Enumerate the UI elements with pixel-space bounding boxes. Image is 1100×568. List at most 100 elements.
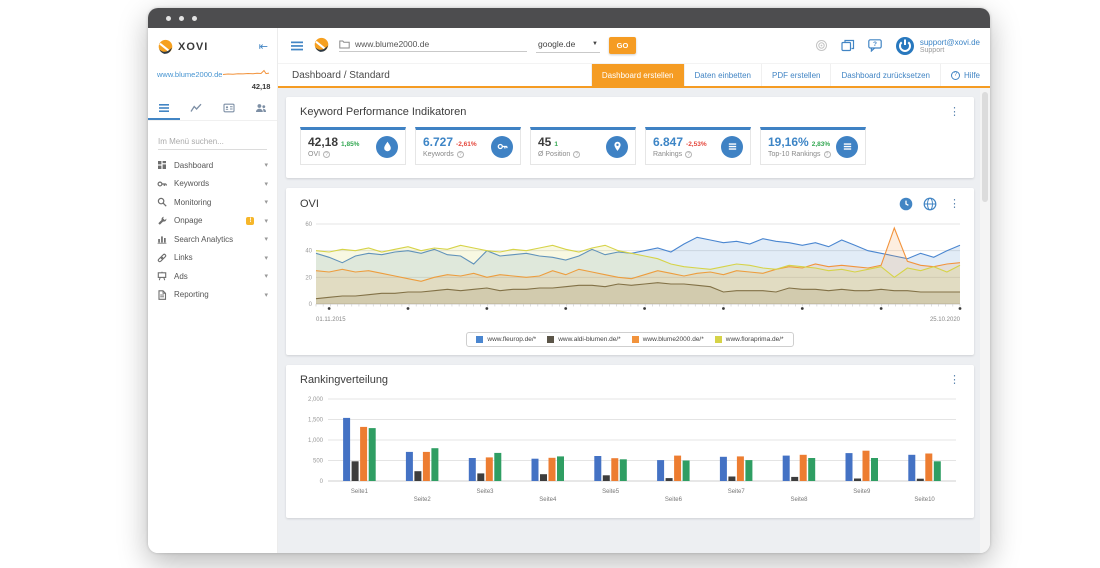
sidebar-collapse-icon[interactable]: ⇤ bbox=[259, 41, 268, 53]
sidebar-item-links[interactable]: Links ▾ bbox=[148, 249, 277, 268]
list-icon bbox=[836, 135, 858, 158]
sidebar-item-reporting[interactable]: Reporting ▾ bbox=[148, 286, 277, 305]
link-icon bbox=[157, 253, 167, 262]
legend-item-floraprima[interactable]: www.floraprima.de/* bbox=[714, 336, 784, 343]
help-tooltip-icon[interactable]: ? bbox=[823, 151, 831, 158]
sidebar-item-label: Monitoring bbox=[174, 197, 212, 207]
hilfe-button[interactable]: ? Hilfe bbox=[939, 64, 990, 86]
sidebar-item-ads[interactable]: Ads ▾ bbox=[148, 267, 277, 286]
sidebar-item-keywords[interactable]: Keywords ▾ bbox=[148, 175, 277, 194]
dashboard-zuruecksetzen-button[interactable]: Dashboard zurücksetzen bbox=[830, 64, 940, 86]
kebab-menu-icon[interactable]: ⋮ bbox=[947, 374, 962, 386]
kpi-label: OVI bbox=[308, 151, 321, 158]
chevron-down-icon[interactable]: ▾ bbox=[264, 291, 268, 299]
svg-text:Seite2: Seite2 bbox=[414, 497, 432, 503]
help-tooltip-icon[interactable]: ? bbox=[456, 151, 464, 158]
help-tooltip-icon[interactable]: ? bbox=[573, 151, 581, 158]
ovi-panel-title: OVI bbox=[300, 198, 319, 210]
ranking-bar-chart[interactable]: 0 500 1,000 1,500 2,000 Seite1 Seite2 Seite3 Sei… bbox=[298, 393, 962, 516]
sidebar-tab-trends[interactable] bbox=[180, 97, 212, 120]
xovi-logo-icon bbox=[158, 39, 173, 54]
svg-text:40: 40 bbox=[305, 249, 312, 255]
xovi-logo[interactable]: XOVI bbox=[157, 39, 208, 56]
pdf-erstellen-button[interactable]: PDF erstellen bbox=[761, 64, 830, 86]
daten-einbetten-button[interactable]: Daten einbetten bbox=[683, 64, 762, 86]
ads-icon bbox=[157, 272, 167, 281]
menu-search-input[interactable] bbox=[158, 135, 267, 150]
sidebar-item-monitoring[interactable]: Monitoring ▾ bbox=[148, 193, 277, 212]
kpi-value: 6.847 bbox=[653, 135, 684, 149]
copy-windows-icon[interactable] bbox=[841, 39, 855, 52]
chevron-down-icon[interactable]: ▾ bbox=[264, 180, 268, 188]
svg-text:Seite10: Seite10 bbox=[914, 497, 935, 503]
active-domain-link[interactable]: www.blume2000.de bbox=[157, 64, 222, 91]
sidebar-tab-profile[interactable] bbox=[213, 97, 245, 120]
account-menu[interactable]: support@xovi.de Support bbox=[895, 36, 980, 56]
svg-text:2,000: 2,000 bbox=[308, 397, 324, 403]
chevron-down-icon[interactable]: ▾ bbox=[264, 272, 268, 280]
legend-item-fleurop[interactable]: www.fleurop.de/* bbox=[476, 336, 536, 343]
svg-text:Seite1: Seite1 bbox=[351, 489, 369, 495]
dashboard-erstellen-button[interactable]: Dashboard erstellen bbox=[590, 64, 684, 86]
legend-item-aldi-blumen[interactable]: www.aldi-blumen.de/* bbox=[547, 336, 621, 343]
ranking-panel: Rankingverteilung ⋮ 0 500 1,000 1,500 2,000 S… bbox=[286, 365, 974, 518]
sidebar-item-label: Reporting bbox=[174, 290, 209, 300]
legend-swatch bbox=[476, 336, 484, 343]
chevron-down-icon[interactable]: ▾ bbox=[264, 161, 268, 169]
kpi-card-position[interactable]: 45 1 Ø Position? bbox=[530, 127, 636, 165]
chevron-down-icon[interactable]: ▾ bbox=[264, 235, 268, 243]
sidebar-tab-users[interactable] bbox=[245, 97, 277, 120]
svg-text:60: 60 bbox=[305, 222, 312, 228]
drop-icon bbox=[376, 135, 398, 158]
kpi-value: 45 bbox=[538, 135, 552, 149]
window-dot[interactable] bbox=[166, 15, 171, 21]
hamburger-menu-icon[interactable] bbox=[290, 40, 304, 52]
window-dot[interactable] bbox=[179, 15, 184, 21]
sidebar-item-onpage[interactable]: Onpage ! ▾ bbox=[148, 212, 277, 231]
kebab-menu-icon[interactable]: ⋮ bbox=[947, 106, 962, 118]
sidebar-item-dashboard[interactable]: Dashboard ▾ bbox=[148, 156, 277, 175]
legend-swatch bbox=[714, 336, 722, 343]
url-field bbox=[339, 39, 527, 52]
kpi-card-rankings[interactable]: 6.847 -2,53% Rankings? bbox=[645, 127, 751, 165]
domain-url-input[interactable] bbox=[355, 39, 515, 49]
content-scrollbar[interactable] bbox=[980, 88, 990, 553]
sidebar-tab-menu[interactable] bbox=[148, 97, 181, 120]
folder-icon bbox=[339, 40, 350, 48]
feedback-chat-icon[interactable]: ? bbox=[868, 39, 882, 52]
kpi-card-ovi[interactable]: 42,18 1,85% OVI? bbox=[300, 127, 406, 165]
dashboard-icon bbox=[158, 161, 166, 170]
xovi-mini-logo[interactable] bbox=[313, 37, 330, 54]
kpi-delta: 1,85% bbox=[341, 141, 360, 148]
sidebar-item-search-analytics[interactable]: Search Analytics ▾ bbox=[148, 230, 277, 249]
search-engine-select[interactable]: google.de ▼ bbox=[536, 39, 600, 53]
kpi-delta: 1 bbox=[554, 141, 558, 148]
go-button[interactable]: GO bbox=[609, 37, 636, 54]
time-range-icon[interactable] bbox=[899, 197, 913, 211]
help-tooltip-icon[interactable]: ? bbox=[685, 151, 693, 158]
scrollbar-thumb[interactable] bbox=[982, 92, 988, 202]
legend-swatch bbox=[547, 336, 555, 343]
ovi-line-chart[interactable]: 0 20 40 60 01.11.2015 25.10.2020 bbox=[298, 218, 962, 329]
fingerprint-icon[interactable] bbox=[815, 39, 828, 52]
chevron-down-icon[interactable]: ▾ bbox=[264, 254, 268, 262]
kpi-card-keywords[interactable]: 6.727 -2,61% Keywords? bbox=[415, 127, 521, 165]
help-icon: ? bbox=[950, 70, 960, 80]
legend-item-blume2000[interactable]: www.blume2000.de/* bbox=[631, 336, 704, 343]
chevron-down-icon[interactable]: ▾ bbox=[264, 198, 268, 206]
svg-text:Seite6: Seite6 bbox=[665, 497, 683, 503]
svg-text:0: 0 bbox=[320, 479, 324, 485]
ovi-panel: OVI ⋮ 0 20 40 60 01.11.2015 25.10.2020 www.fl… bbox=[286, 188, 974, 355]
select-arrow-icon: ▼ bbox=[592, 40, 598, 47]
window-dot[interactable] bbox=[192, 15, 197, 21]
sidebar: XOVI ⇤ www.blume2000.de 42,18 Im Menü su… bbox=[148, 28, 278, 553]
svg-text:0: 0 bbox=[309, 302, 313, 308]
chevron-down-icon[interactable]: ▾ bbox=[264, 217, 268, 225]
globe-icon[interactable] bbox=[923, 197, 937, 211]
kebab-menu-icon[interactable]: ⋮ bbox=[947, 198, 962, 210]
pin-icon bbox=[606, 135, 628, 158]
help-tooltip-icon[interactable]: ? bbox=[323, 151, 331, 158]
kpi-card-top10-rankings[interactable]: 19,16% 2,83% Top-10 Rankings? bbox=[760, 127, 866, 165]
svg-text:Seite8: Seite8 bbox=[790, 497, 808, 503]
list-icon bbox=[721, 135, 743, 158]
